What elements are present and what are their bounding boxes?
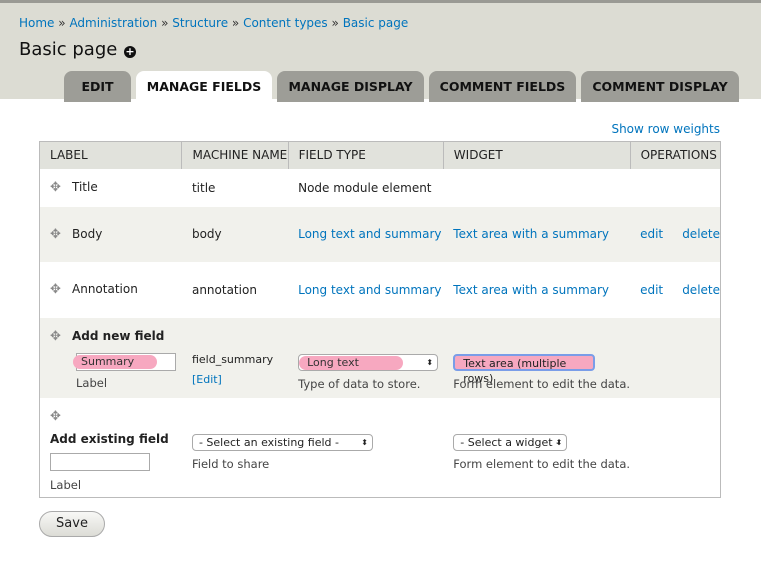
field-type: Node module element bbox=[298, 180, 432, 195]
new-field-label-input[interactable]: Summary bbox=[73, 353, 176, 371]
machine-name: field_summary bbox=[191, 352, 274, 366]
existing-field-desc: Field to share bbox=[191, 456, 270, 471]
tab-edit[interactable]: EDIT bbox=[64, 71, 131, 102]
existing-field-value: - Select an existing field - bbox=[198, 435, 339, 449]
breadcrumb: Home » Administration » Structure » Cont… bbox=[19, 16, 408, 30]
existing-widget-desc: Form element to edit the data. bbox=[453, 456, 631, 471]
table-row: ✥ Annotation annotation Long text and sum… bbox=[40, 262, 721, 318]
field-type-value: Long text bbox=[299, 355, 404, 370]
select-arrows-icon: ⬍ bbox=[555, 437, 563, 447]
delete-link[interactable]: delete bbox=[682, 227, 720, 241]
existing-field-select[interactable]: - Select an existing field - ⬍ bbox=[191, 433, 373, 451]
add-new-field-heading: Add new field bbox=[72, 328, 165, 343]
machine-name: body bbox=[181, 206, 289, 262]
breadcrumb-basic-page[interactable]: Basic page bbox=[343, 16, 409, 30]
label-caption: Label bbox=[76, 375, 108, 390]
existing-field-label-input[interactable] bbox=[50, 453, 150, 471]
widget-link[interactable]: Text area with a summary bbox=[453, 283, 609, 297]
fields-table: LABEL MACHINE NAME FIELD TYPE WIDGET OPE… bbox=[39, 141, 721, 498]
breadcrumb-separator: » bbox=[331, 16, 339, 30]
column-operations: OPERATIONS bbox=[629, 141, 721, 169]
field-type-link[interactable]: Long text and summary bbox=[298, 227, 441, 241]
add-existing-field-row: ✥ Add existing field Label - Select an e… bbox=[40, 398, 721, 498]
add-existing-field-heading: Add existing field bbox=[50, 431, 169, 446]
widget-select[interactable]: Text area (multiple rows) bbox=[453, 353, 596, 385]
table-row: ✥ Title title Node module element bbox=[40, 169, 721, 207]
field-type-link[interactable]: Long text and summary bbox=[298, 283, 441, 297]
save-button[interactable]: Save bbox=[39, 511, 105, 537]
field-type-desc: Type of data to store. bbox=[298, 376, 421, 391]
tab-manage-display[interactable]: MANAGE DISPLAY bbox=[277, 71, 424, 102]
column-machine-name: MACHINE NAME bbox=[181, 141, 289, 169]
select-arrows-icon: ⬍ bbox=[426, 357, 434, 367]
label-value: Summary bbox=[73, 355, 157, 369]
column-field-type: FIELD TYPE bbox=[287, 141, 444, 169]
add-shortcut-icon[interactable]: + bbox=[124, 46, 136, 58]
field-type-select[interactable]: Long text ⬍ bbox=[298, 353, 439, 371]
breadcrumb-content-types[interactable]: Content types bbox=[243, 16, 328, 30]
drag-handle-icon[interactable]: ✥ bbox=[50, 280, 64, 300]
breadcrumb-separator: » bbox=[161, 16, 169, 30]
breadcrumb-home[interactable]: Home bbox=[19, 16, 54, 30]
machine-name: annotation bbox=[191, 282, 257, 297]
breadcrumb-separator: » bbox=[231, 16, 240, 30]
delete-link[interactable]: delete bbox=[682, 283, 720, 297]
table-header: LABEL MACHINE NAME FIELD TYPE WIDGET OPE… bbox=[39, 141, 721, 169]
field-label: Title bbox=[72, 180, 98, 194]
tab-comment-fields[interactable]: COMMENT FIELDS bbox=[429, 71, 576, 102]
tab-comment-display[interactable]: COMMENT DISPLAY bbox=[581, 71, 739, 102]
existing-widget-select[interactable]: - Select a widget - ⬍ bbox=[453, 433, 568, 451]
machine-name: title bbox=[191, 180, 216, 195]
existing-widget-value: - Select a widget - bbox=[460, 435, 560, 449]
edit-link[interactable]: edit bbox=[640, 227, 663, 241]
widget-link[interactable]: Text area with a summary bbox=[453, 227, 609, 241]
drag-handle-icon[interactable]: ✥ bbox=[50, 327, 64, 347]
edit-link[interactable]: edit bbox=[640, 283, 663, 297]
column-label: LABEL bbox=[39, 141, 182, 169]
select-arrows-icon: ⬍ bbox=[361, 437, 368, 447]
page-title: Basic page bbox=[19, 39, 118, 60]
add-new-field-row: ✥ Add new field Summary Label field_summa… bbox=[39, 317, 721, 398]
show-row-weights-link[interactable]: Show row weights bbox=[611, 122, 720, 136]
drag-handle-icon[interactable]: ✥ bbox=[50, 225, 64, 245]
breadcrumb-administration[interactable]: Administration bbox=[69, 16, 157, 30]
field-label: Annotation bbox=[72, 282, 138, 296]
tab-manage-fields[interactable]: MANAGE FIELDS bbox=[136, 71, 272, 102]
table-row: ✥ Body body Long text and summary Text ar… bbox=[39, 206, 721, 262]
label-caption: Label bbox=[50, 477, 82, 492]
page-header: Home » Administration » Structure » Cont… bbox=[0, 0, 761, 102]
breadcrumb-structure[interactable]: Structure bbox=[172, 16, 228, 30]
breadcrumb-separator: » bbox=[58, 16, 66, 30]
column-widget: WIDGET bbox=[442, 141, 631, 169]
edit-machine-name-link[interactable]: [Edit] bbox=[192, 373, 222, 386]
drag-handle-icon[interactable]: ✥ bbox=[50, 407, 64, 427]
field-label: Body bbox=[72, 226, 103, 241]
drag-handle-icon[interactable]: ✥ bbox=[50, 178, 64, 198]
